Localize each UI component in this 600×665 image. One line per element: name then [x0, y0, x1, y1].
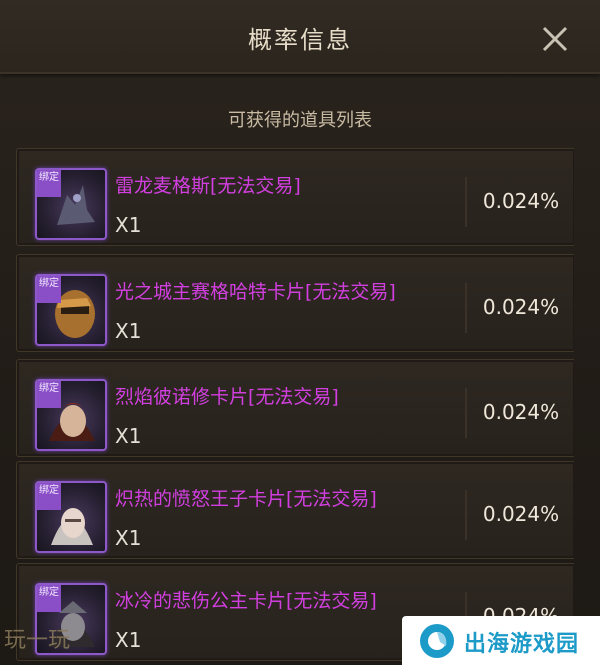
- item-name: 烈焰彼诺修卡片[无法交易]: [115, 386, 339, 408]
- watermark-text: 出海游戏园: [464, 632, 580, 657]
- probability-dialog: 概率信息 可获得的道具列表 绑定 雷龙麦格斯[无法交易] X1 0.024% 绑…: [0, 0, 600, 665]
- list-item[interactable]: 绑定 雷龙麦格斯[无法交易] X1 0.024%: [16, 148, 574, 246]
- item-quantity: X1: [115, 424, 142, 448]
- list-item[interactable]: 绑定 烈焰彼诺修卡片[无法交易] X1 0.024%: [16, 359, 574, 457]
- dialog-header: 概率信息: [0, 0, 600, 74]
- item-name: 炽热的愤怒王子卡片[无法交易]: [115, 488, 377, 510]
- item-quantity: X1: [115, 319, 142, 343]
- list-item[interactable]: 绑定 光之城主赛格哈特卡片[无法交易] X1 0.024%: [16, 254, 574, 352]
- brand-logo-icon: [420, 624, 454, 658]
- bound-badge: 绑定: [37, 381, 61, 408]
- item-probability: 0.024%: [482, 295, 560, 319]
- item-thumbnail: 绑定: [35, 481, 107, 553]
- divider: [465, 490, 467, 540]
- watermark-left: 玩一玩: [4, 628, 71, 653]
- bound-badge: 绑定: [37, 170, 61, 197]
- divider: [465, 283, 467, 333]
- watermark-badge: 出海游戏园: [402, 616, 600, 665]
- dialog-title: 概率信息: [248, 26, 352, 54]
- item-probability: 0.024%: [482, 189, 560, 213]
- item-thumbnail: 绑定: [35, 379, 107, 451]
- item-name: 雷龙麦格斯[无法交易]: [115, 175, 301, 197]
- list-heading: 可获得的道具列表: [228, 110, 372, 131]
- item-quantity: X1: [115, 628, 142, 652]
- item-thumbnail: 绑定: [35, 274, 107, 346]
- item-probability: 0.024%: [482, 400, 560, 424]
- item-probability: 0.024%: [482, 502, 560, 526]
- divider: [465, 177, 467, 227]
- item-name: 冰冷的悲伤公主卡片[无法交易]: [115, 590, 377, 612]
- close-button[interactable]: [536, 20, 574, 58]
- close-icon: [542, 26, 568, 52]
- bound-badge: 绑定: [37, 483, 61, 510]
- item-list[interactable]: 绑定 雷龙麦格斯[无法交易] X1 0.024% 绑定 光之城主赛格哈特卡片[无…: [16, 148, 574, 665]
- list-item[interactable]: 绑定 炽热的愤怒王子卡片[无法交易] X1 0.024%: [16, 461, 574, 559]
- item-thumbnail: 绑定: [35, 168, 107, 240]
- divider: [465, 388, 467, 438]
- item-name: 光之城主赛格哈特卡片[无法交易]: [115, 281, 396, 303]
- bound-badge: 绑定: [37, 585, 61, 612]
- item-quantity: X1: [115, 213, 142, 237]
- item-quantity: X1: [115, 526, 142, 550]
- bound-badge: 绑定: [37, 276, 61, 303]
